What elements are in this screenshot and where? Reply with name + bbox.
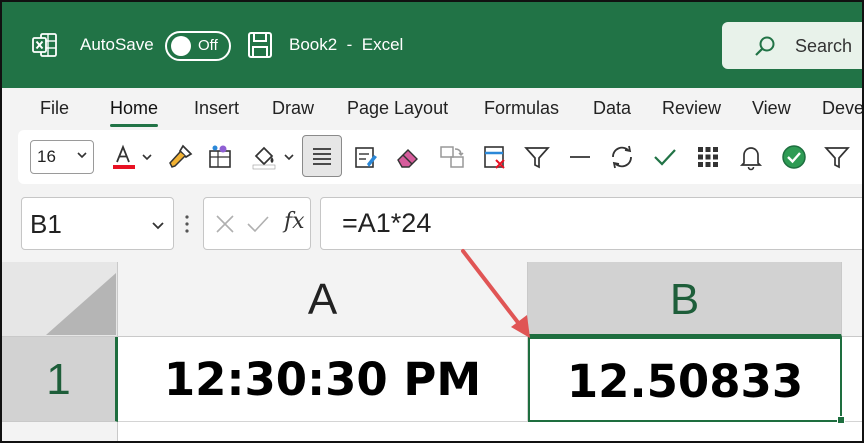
- annotation-arrow-icon: [461, 249, 530, 338]
- name-box-value: B1: [30, 209, 62, 239]
- save-icon[interactable]: [247, 31, 273, 59]
- row-header-1[interactable]: 1: [2, 337, 118, 422]
- row-header-2[interactable]: [2, 422, 118, 441]
- excel-window: AutoSave Off Book2 - Excel Search File H…: [0, 0, 864, 443]
- chevron-down-icon[interactable]: [140, 143, 154, 171]
- select-all-icon: [46, 273, 116, 335]
- font-size-select[interactable]: 16: [30, 140, 94, 174]
- filter-icon[interactable]: [823, 143, 851, 171]
- toggle-knob: [171, 36, 191, 56]
- tab-insert[interactable]: Insert: [194, 98, 239, 119]
- enter-icon[interactable]: [246, 213, 270, 235]
- tab-developer[interactable]: Deve: [822, 98, 862, 119]
- more-options-icon[interactable]: [184, 213, 190, 235]
- insert-function-button[interactable]: fx: [284, 209, 305, 234]
- cell-b1[interactable]: 12.50833: [528, 337, 842, 422]
- autosave-toggle[interactable]: Off: [165, 31, 231, 61]
- tab-review[interactable]: Review: [662, 98, 721, 119]
- grid-icon[interactable]: [694, 143, 722, 171]
- column-header-c[interactable]: [842, 262, 862, 337]
- autosave-state: Off: [198, 37, 218, 54]
- cell-styles-icon[interactable]: [206, 143, 234, 171]
- ribbon-tabs: File Home Insert Draw Page Layout Formul…: [2, 88, 862, 130]
- document-title: Book2 - Excel: [289, 35, 404, 54]
- paste-format-icon[interactable]: [352, 143, 380, 171]
- cell-c1[interactable]: [842, 337, 862, 422]
- cancel-icon[interactable]: [214, 213, 236, 235]
- tab-page-layout[interactable]: Page Layout: [347, 98, 448, 119]
- search-box[interactable]: Search: [722, 22, 862, 69]
- filter-icon[interactable]: [523, 143, 551, 171]
- tab-data[interactable]: Data: [593, 98, 631, 119]
- chevron-down-icon[interactable]: [282, 143, 296, 171]
- align-left-icon: [313, 148, 331, 165]
- chevron-down-icon: [152, 222, 164, 230]
- formula-input[interactable]: =A1*24: [320, 197, 862, 250]
- column-header-b[interactable]: B: [528, 262, 842, 337]
- font-color-icon[interactable]: [110, 143, 138, 171]
- select-all-corner[interactable]: [2, 262, 118, 337]
- autosave-label: AutoSave: [80, 35, 154, 54]
- fill-color-icon[interactable]: [250, 143, 278, 171]
- fill-handle[interactable]: [837, 416, 845, 424]
- format-painter-icon[interactable]: [166, 143, 194, 171]
- title-bar: AutoSave Off Book2 - Excel Search: [2, 2, 862, 88]
- search-label: Search: [795, 36, 853, 56]
- tab-formulas[interactable]: Formulas: [484, 98, 559, 119]
- bell-icon[interactable]: [737, 143, 765, 171]
- chevron-down-icon: [77, 152, 87, 159]
- tab-file[interactable]: File: [40, 98, 69, 119]
- clear-icon[interactable]: [394, 143, 422, 171]
- tab-draw[interactable]: Draw: [272, 98, 314, 119]
- align-left-button[interactable]: [302, 135, 342, 177]
- replace-icon[interactable]: [438, 143, 466, 171]
- checkmark-icon[interactable]: [651, 143, 679, 171]
- formula-value: =A1*24: [342, 208, 432, 238]
- delete-cells-icon[interactable]: [481, 143, 509, 171]
- tab-view[interactable]: View: [752, 98, 791, 119]
- search-icon: [755, 36, 775, 56]
- formula-controls: fx: [203, 197, 311, 250]
- line-icon[interactable]: [566, 143, 594, 171]
- font-size-value: 16: [37, 147, 56, 166]
- excel-logo-icon: [32, 33, 57, 57]
- tab-home[interactable]: Home: [110, 98, 159, 127]
- name-box[interactable]: B1: [21, 197, 174, 250]
- cell-a1[interactable]: 12:30:30 PM: [118, 337, 528, 422]
- approve-icon[interactable]: [780, 143, 808, 171]
- refresh-icon[interactable]: [608, 143, 636, 171]
